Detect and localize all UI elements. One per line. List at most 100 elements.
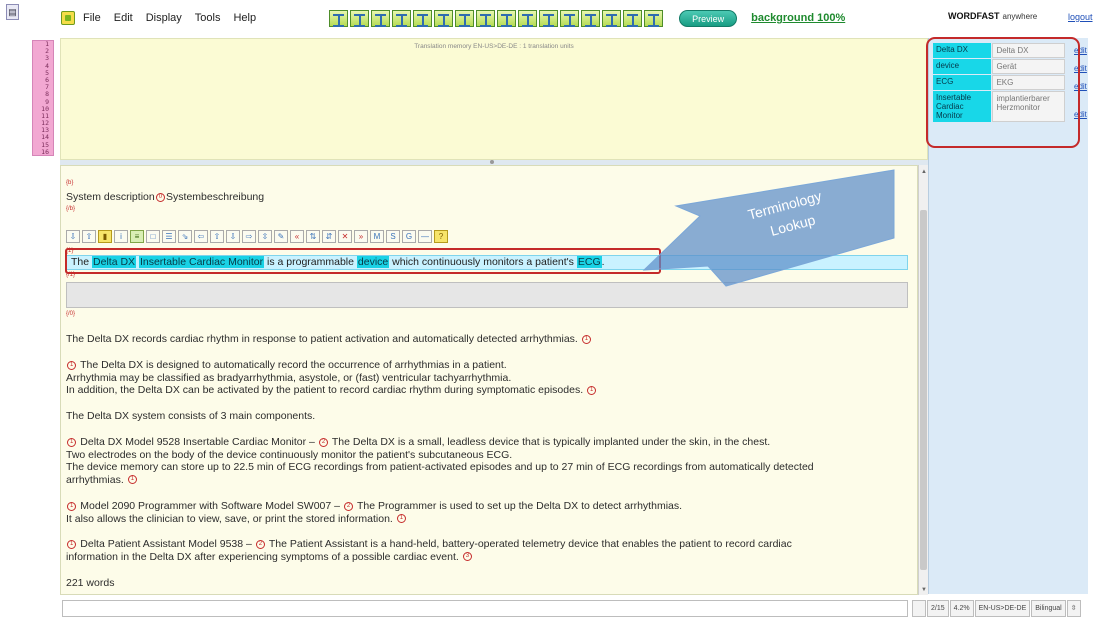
sort-icon[interactable]: ⇅ (306, 230, 320, 243)
blank-icon[interactable]: □ (146, 230, 160, 243)
segment-down-icon[interactable]: ⇩ (66, 230, 80, 243)
delete-icon[interactable]: ✕ (338, 230, 352, 243)
tag-marker: 1 (67, 539, 77, 549)
command-input[interactable] (62, 600, 908, 617)
info-icon[interactable]: i (114, 230, 128, 243)
tag-marker: 1 (396, 514, 407, 524)
segment-number[interactable]: 3 (33, 55, 53, 62)
toolbar-tool-icon[interactable] (350, 9, 370, 27)
status-language-pair[interactable]: EN-US>DE-DE (974, 600, 1031, 617)
toolbar-tool-icon[interactable] (539, 9, 559, 27)
segment-text: It also allows the clinician to view, sa… (66, 512, 393, 525)
menu-edit[interactable]: Edit (114, 12, 133, 24)
scroll-up-icon[interactable]: ▲ (921, 169, 927, 175)
main-toolbar (329, 9, 665, 27)
split-icon[interactable]: ⇳ (258, 230, 272, 243)
source-segment-highlight-box (65, 248, 661, 274)
terminology-lookup-callout: Terminology Lookup (642, 169, 895, 287)
toolbar-tool-icon[interactable] (455, 9, 475, 27)
merge-icon[interactable]: ⇘ (178, 230, 192, 243)
document-paragraph[interactable]: 1 Delta Patient Assistant Model 9538 – 2… (66, 538, 906, 563)
segment-up-icon[interactable]: ⇧ (82, 230, 96, 243)
toolbar-tool-icon[interactable] (623, 9, 643, 27)
segment-number[interactable]: 6 (33, 76, 53, 84)
s-icon[interactable]: S (386, 230, 400, 243)
status-empty-cell (912, 600, 926, 617)
pencil-icon[interactable]: ✎ (274, 230, 288, 243)
toolbar-tool-icon[interactable] (434, 9, 454, 27)
previous-icon[interactable]: ⇦ (194, 230, 208, 243)
menu-display[interactable]: Display (146, 12, 182, 24)
document-paragraph[interactable]: 1 Model 2090 Programmer with Software Mo… (66, 500, 906, 525)
brand-suffix: anywhere (1002, 12, 1038, 21)
logout-link[interactable]: logout (1068, 12, 1093, 22)
list-icon[interactable]: ☰ (162, 230, 176, 243)
segment-text: In addition, the Delta DX can be activat… (66, 384, 584, 396)
minimize-icon[interactable]: — (418, 230, 432, 243)
status-toggle-icon[interactable]: ⇳ (1066, 600, 1081, 617)
segment-text: Delta DX Model 9528 Insertable Cardiac M… (80, 436, 315, 448)
tag-marker: 3 (462, 552, 473, 562)
segment-number[interactable]: 2 (33, 47, 53, 55)
scroll-down-icon[interactable]: ▼ (921, 587, 927, 593)
app-logo-icon (61, 11, 75, 25)
menu-help[interactable]: Help (233, 12, 256, 24)
segment-list-icon[interactable]: ▤ (6, 4, 19, 20)
segment-text: The device memory can store up to 22.5 m… (66, 461, 814, 473)
document-paragraph[interactable]: 1 Delta DX Model 9528 Insertable Cardiac… (66, 436, 906, 486)
toolbar-tool-icon[interactable] (476, 9, 496, 27)
segment-number[interactable]: 1 (33, 40, 53, 48)
status-view-mode[interactable]: Bilingual (1031, 600, 1066, 617)
down-icon[interactable]: ⇩ (226, 230, 240, 243)
segment-text: The Delta DX is designed to automaticall… (80, 359, 507, 371)
next-icon[interactable]: ⇨ (242, 230, 256, 243)
toolbar-tool-icon[interactable] (413, 9, 433, 27)
terminology-highlight-box (926, 37, 1080, 148)
segment-number[interactable]: 7 (33, 83, 53, 91)
tag-marker: 2 (343, 501, 354, 511)
tag-marker: 1 (67, 360, 77, 370)
toolbar-tool-icon[interactable] (371, 9, 391, 27)
segment-number[interactable]: 8 (33, 91, 53, 98)
segment-number[interactable]: 5 (33, 69, 53, 77)
document-paragraph[interactable]: 1 The Delta DX is designed to automatica… (66, 359, 906, 397)
segment-number-strip[interactable]: 1 2 3 4 5 6 7 8 9 10 11 12 13 14 15 16 (32, 40, 54, 156)
background-link[interactable]: background 100% (751, 12, 845, 24)
up-icon[interactable]: ⇧ (210, 230, 224, 243)
document-paragraph[interactable]: The Delta DX system consists of 3 main c… (66, 410, 906, 423)
menu-file[interactable]: File (83, 12, 101, 24)
toolbar-tool-icon[interactable] (560, 9, 580, 27)
toolbar-tool-icon[interactable] (329, 9, 349, 27)
menubar: File Edit Display Tools Help Preview bac… (55, 0, 925, 36)
sort-alt-icon[interactable]: ⇵ (322, 230, 336, 243)
segment-title-target: Systembeschreibung (166, 191, 265, 203)
toolbar-tool-icon[interactable] (392, 9, 412, 27)
toolbar-tool-icon[interactable] (644, 9, 664, 27)
toolbar-tool-icon[interactable] (518, 9, 538, 27)
scrollbar-thumb[interactable] (920, 210, 927, 570)
tag-icon[interactable]: « (290, 230, 304, 243)
document-paragraph[interactable]: The Delta DX records cardiac rhythm in r… (66, 333, 906, 346)
tag-marker: 1 (67, 437, 77, 447)
toolbar-tool-icon[interactable] (602, 9, 622, 27)
segment-text: information in the Delta DX after experi… (66, 550, 459, 563)
segment-title[interactable]: System description 0 Systembeschreibung (66, 191, 264, 203)
lock-icon[interactable]: ▮ (98, 230, 112, 243)
preview-button[interactable]: Preview (679, 9, 738, 27)
toolbar-tool-icon[interactable] (581, 9, 601, 27)
toolbar-tool-icon[interactable] (497, 9, 517, 27)
document-scrollbar[interactable]: ▲ ▼ (918, 165, 928, 595)
tag-next-icon[interactable]: » (354, 230, 368, 243)
splitter-grip-icon[interactable] (490, 160, 494, 164)
help-icon[interactable]: ? (434, 230, 448, 243)
segment-toolbar: ⇩ ⇧ ▮ i ≡ □ ☰ ⇘ ⇦ ⇧ ⇩ ⇨ ⇳ ✎ « ⇅ ⇵ ✕ » M … (66, 230, 450, 243)
brand-name: WORDFAST anywhere (948, 11, 1037, 21)
segment-number[interactable]: 16 (33, 148, 53, 156)
status-bar: 2/15 4.2% EN-US>DE-DE Bilingual ⇳ (912, 600, 1094, 617)
segment-number[interactable]: 4 (33, 62, 53, 70)
menu-tools[interactable]: Tools (195, 12, 221, 24)
copy-icon[interactable]: ≡ (130, 230, 144, 243)
g-icon[interactable]: G (402, 230, 416, 243)
segment-text: Arrhythmia may be classified as bradyarr… (66, 371, 512, 384)
machine-translation-icon[interactable]: M (370, 230, 384, 243)
